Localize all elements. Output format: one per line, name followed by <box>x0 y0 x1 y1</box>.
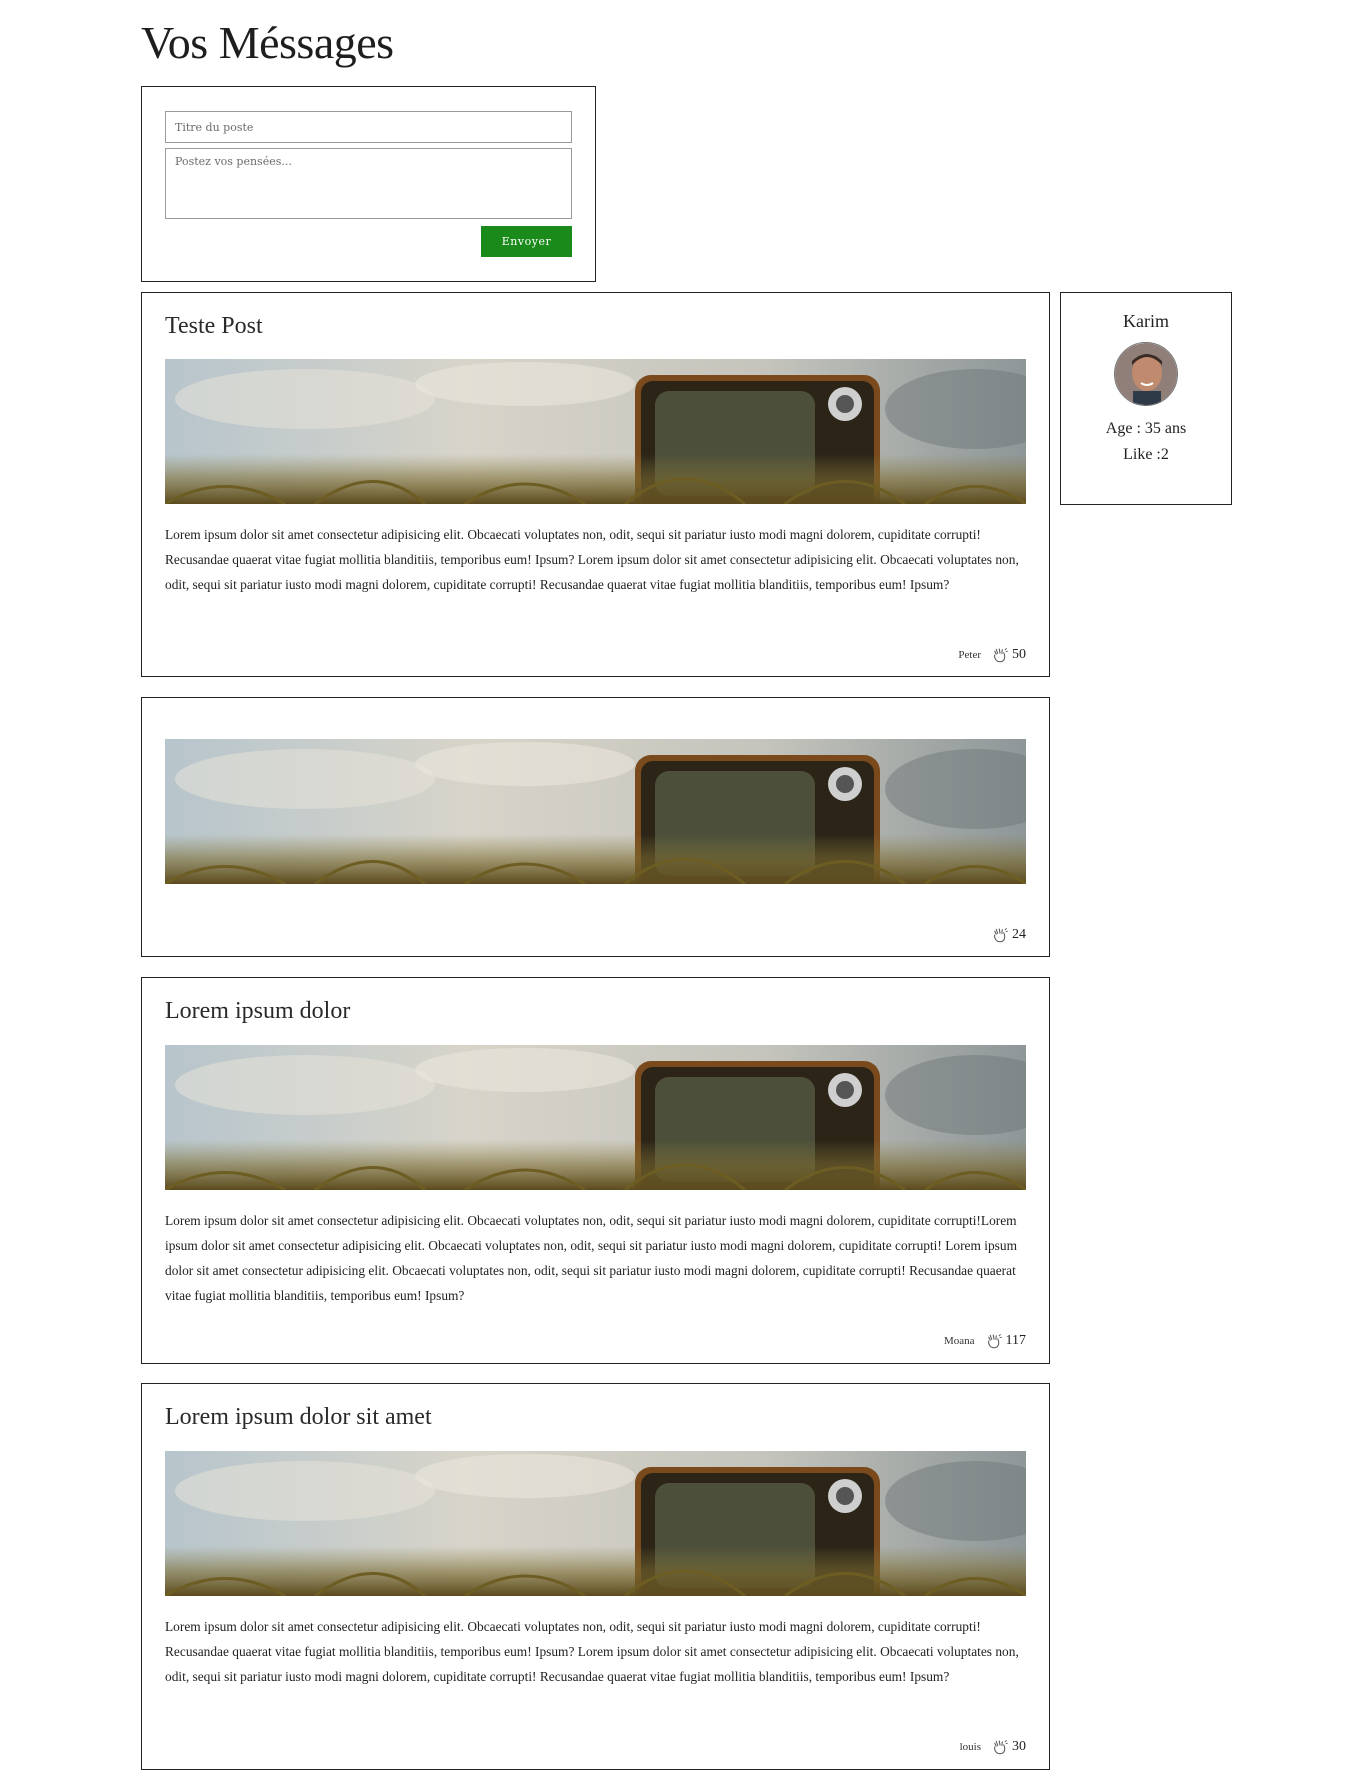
page-title: Vos Méssages <box>141 17 394 68</box>
post-author: Peter <box>958 649 981 661</box>
profile-card: Karim Age : 35 ans Like :2 <box>1060 292 1232 505</box>
post-composer: Envoyer <box>141 86 596 282</box>
post-body: Lorem ipsum dolor sit amet consectetur a… <box>165 1619 1019 1684</box>
like-count: 24 <box>1012 927 1026 942</box>
like-count: 117 <box>1005 1333 1026 1348</box>
post-author: louis <box>959 1741 981 1753</box>
post-footer: 24 <box>981 926 1026 944</box>
clap-icon[interactable] <box>985 1332 1003 1350</box>
post-image <box>165 1451 1026 1596</box>
post-card: Lorem ipsum dolor Lorem ipsum dolor sit … <box>141 977 1050 1364</box>
like-count: 30 <box>1012 1739 1026 1754</box>
post-image <box>165 739 1026 884</box>
profile-age: Age : 35 ans <box>1105 420 1187 437</box>
post-title: Lorem ipsum dolor <box>165 998 351 1024</box>
post-body: Lorem ipsum dolor sit amet consectetur a… <box>165 527 1019 592</box>
post-card: Lorem ipsum dolor sit amet Lorem ipsum d… <box>141 1383 1050 1770</box>
clap-icon[interactable] <box>991 646 1009 664</box>
post-image <box>165 359 1026 504</box>
post-title: Teste Post <box>165 313 263 339</box>
post-title: Lorem ipsum dolor sit amet <box>165 1404 432 1430</box>
post-image <box>165 1045 1026 1190</box>
avatar <box>1114 342 1178 406</box>
profile-likes: Like :2 <box>1123 446 1169 463</box>
post-author: Moana <box>943 1335 975 1347</box>
post-card: 24 <box>141 697 1050 957</box>
post-card: Teste Post Lorem ipsum dolor sit amet co… <box>141 292 1050 677</box>
profile-name: Karim <box>1123 311 1169 331</box>
clap-icon[interactable] <box>991 1738 1009 1756</box>
send-button[interactable]: Envoyer <box>481 226 572 257</box>
post-title-input[interactable] <box>165 111 572 143</box>
post-body-textarea[interactable] <box>165 148 572 219</box>
clap-icon[interactable] <box>991 926 1009 944</box>
post-footer: Peter 50 <box>958 646 1026 664</box>
like-count: 50 <box>1012 647 1026 662</box>
post-body: Lorem ipsum dolor sit amet consectetur a… <box>165 1213 1017 1303</box>
post-footer: louis 30 <box>960 1738 1026 1756</box>
post-footer: Moana 117 <box>944 1332 1026 1350</box>
